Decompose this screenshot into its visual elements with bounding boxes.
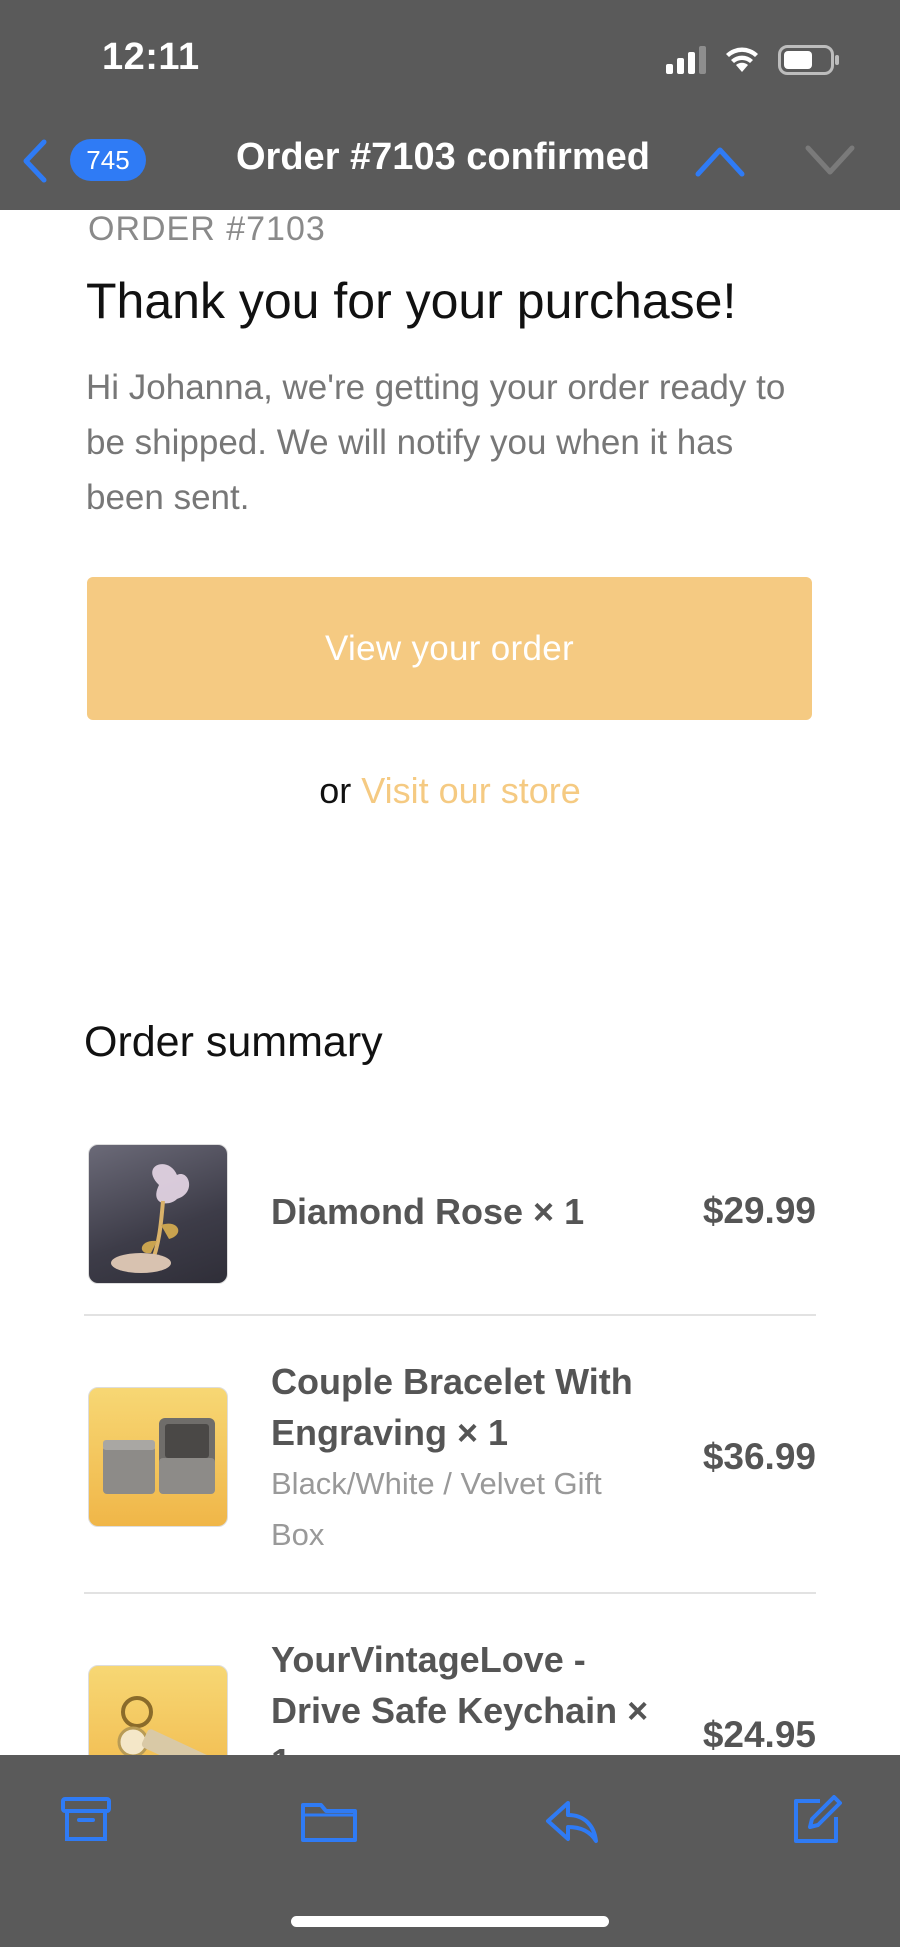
top-bar: 12:11 745 Order #7103 confirmed [0, 0, 900, 210]
store-link-line: or Visit our store [0, 770, 900, 812]
status-time: 12:11 [102, 36, 200, 78]
wifi-icon [724, 46, 760, 74]
home-indicator[interactable] [291, 1916, 609, 1927]
order-summary-title: Order summary [84, 1018, 383, 1066]
order-item: Couple Bracelet With Engraving × 1 Black… [84, 1356, 816, 1596]
product-image [88, 1144, 228, 1284]
divider [84, 1592, 816, 1594]
item-price: $29.99 [702, 1190, 816, 1231]
cellular-signal-icon [666, 46, 706, 74]
item-name: Diamond Rose × 1 [271, 1191, 585, 1232]
divider [84, 1314, 816, 1316]
back-chevron-icon[interactable] [18, 138, 50, 189]
item-variant: Black/White / Velvet Gift Box [271, 1466, 602, 1552]
or-text: or [319, 770, 352, 811]
archive-icon[interactable] [60, 1795, 112, 1850]
folder-icon[interactable] [300, 1795, 358, 1850]
status-icons [666, 42, 840, 78]
item-price: $36.99 [702, 1436, 816, 1477]
compose-icon[interactable] [790, 1795, 842, 1852]
product-image [88, 1387, 228, 1527]
thank-you-headline: Thank you for your purchase! [86, 273, 737, 329]
battery-icon [778, 45, 840, 75]
visit-store-link[interactable]: Visit our store [361, 770, 580, 811]
previous-message-chevron-up-icon[interactable] [694, 140, 746, 185]
order-number-label: ORDER #7103 [88, 210, 326, 248]
next-message-chevron-down-icon[interactable] [804, 140, 856, 185]
item-price: $24.95 [702, 1714, 816, 1755]
item-name: Couple Bracelet With Engraving × 1 [271, 1361, 633, 1453]
order-item: Diamond Rose × 1 $29.99 [84, 1138, 816, 1288]
unread-count-badge[interactable]: 745 [70, 139, 146, 181]
email-subject-title: Order #7103 confirmed [236, 136, 650, 178]
intro-text: Hi Johanna, we're getting your order rea… [86, 368, 786, 517]
reply-icon[interactable] [544, 1795, 600, 1850]
view-order-button[interactable]: View your order [87, 577, 812, 720]
